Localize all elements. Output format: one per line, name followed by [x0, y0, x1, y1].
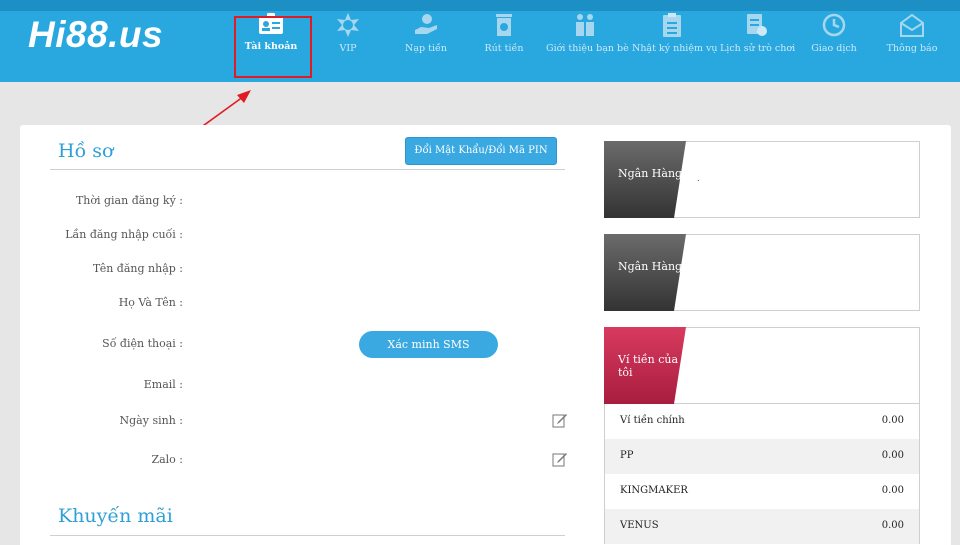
bank-label-2: Ngân Hàng: [618, 260, 683, 273]
wallet-label: Ví tiền của tôi: [618, 353, 679, 379]
wallet-row: VENUS 0.00: [604, 509, 920, 544]
nav-notifications-label: Thông báo: [886, 43, 938, 54]
edit-birthday-icon[interactable]: [552, 412, 568, 428]
wallet-row: PP 0.00: [604, 439, 920, 474]
wallet-row-value: 0.00: [881, 415, 904, 426]
wallet-row-name: KINGMAKER: [620, 485, 688, 496]
wallet-row-name: Ví tiền chính: [620, 415, 685, 426]
promotions-title: Khuyến mãi: [58, 505, 173, 527]
nav-task-log[interactable]: Nhật ký nhiệm vụ: [632, 12, 718, 58]
deposit-hand-icon: [415, 14, 437, 34]
nav-game-history-label: Lịch sử trò chơi: [720, 43, 796, 54]
transaction-clock-icon: [822, 13, 846, 37]
game-history-icon: [747, 14, 767, 36]
nav-vip-label: VIP: [339, 43, 357, 54]
wallet-row: Ví tiền chính 0.00: [604, 404, 920, 439]
wallet-card: Ví tiền của tôi: [604, 327, 920, 404]
register-time-label: Thời gian đăng ký :: [75, 194, 183, 207]
nav-referral-label: Giới thiệu bạn bè: [546, 43, 629, 54]
nav-transactions[interactable]: Giao dịch: [806, 12, 862, 58]
nav-transactions-label: Giao dịch: [811, 43, 857, 54]
nav-referral[interactable]: Giới thiệu bạn bè: [546, 12, 629, 58]
edit-zalo-icon[interactable]: [552, 451, 568, 467]
wallet-row-value: 0.00: [881, 485, 904, 496]
verify-sms-button[interactable]: Xác minh SMS: [359, 331, 498, 358]
wallet-row-name: VENUS: [620, 520, 659, 531]
nav-withdraw[interactable]: Rút tiền: [476, 12, 532, 58]
vip-badge-icon: [337, 13, 359, 37]
bank-card-2[interactable]: Ngân Hàng: [604, 234, 920, 311]
bank-value-1: .: [697, 174, 700, 183]
wallet-row: KINGMAKER 0.00: [604, 474, 920, 509]
zalo-label: Zalo :: [151, 453, 183, 466]
active-highlight-box: [234, 16, 312, 78]
bank-label-1: Ngân Hàng: [618, 167, 683, 180]
wallet-row-name: PP: [620, 450, 634, 461]
profile-title: Hồ sơ: [58, 140, 114, 162]
profile-divider: [50, 169, 565, 170]
nav-withdraw-label: Rút tiền: [484, 43, 524, 54]
last-login-label: Lần đăng nhập cuối :: [65, 228, 183, 241]
withdraw-safe-icon: [496, 14, 512, 36]
username-label: Tên đăng nhập :: [92, 262, 183, 275]
referral-gift-icon: [576, 14, 594, 36]
site-logo[interactable]: Hi88.us: [28, 14, 163, 56]
nav-task-log-label: Nhật ký nhiệm vụ: [632, 43, 718, 54]
phone-label: Số điện thoại :: [102, 337, 183, 350]
nav-deposit[interactable]: Nạp tiền: [396, 12, 456, 58]
nav-notifications[interactable]: Thông báo: [884, 12, 940, 58]
bank-card-1[interactable]: Ngân Hàng .: [604, 141, 920, 218]
change-password-pin-button[interactable]: Đổi Mật Khẩu/Đổi Mã PIN: [405, 137, 557, 165]
fullname-label: Họ Và Tên :: [118, 296, 183, 309]
promotions-divider: [50, 535, 565, 536]
notification-mail-icon: [900, 13, 924, 37]
birthday-label: Ngày sinh :: [119, 414, 183, 427]
nav-game-history[interactable]: Lịch sử trò chơi: [720, 12, 796, 58]
wallet-row-value: 0.00: [881, 450, 904, 461]
nav-deposit-label: Nạp tiền: [405, 43, 447, 54]
task-clipboard-icon: [663, 13, 681, 37]
email-label: Email :: [143, 378, 183, 391]
wallet-row-value: 0.00: [881, 520, 904, 531]
nav-vip[interactable]: VIP: [320, 12, 376, 58]
